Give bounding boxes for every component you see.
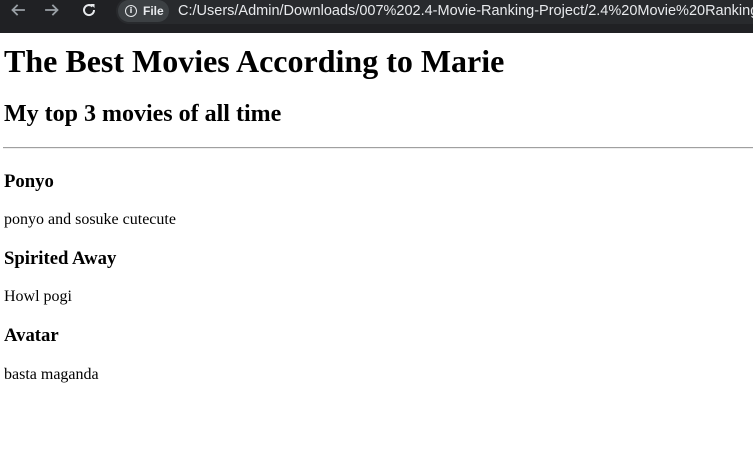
reload-icon (81, 2, 97, 22)
movie-title: Ponyo (4, 171, 54, 192)
back-button[interactable] (5, 0, 31, 23)
movie-description: ponyo and sosuke cutecute (4, 211, 176, 228)
movie-title: Spirited Away (4, 248, 117, 269)
site-info-label: File (143, 4, 164, 18)
arrow-left-icon (10, 2, 26, 22)
forward-button[interactable] (39, 0, 65, 23)
page-title: The Best Movies According to Marie (4, 43, 505, 79)
page-subtitle: My top 3 movies of all time (4, 101, 282, 127)
arrow-right-icon (44, 2, 60, 22)
movie-description: basta maganda (4, 366, 99, 383)
browser-toolbar: i File C:/Users/Admin/Downloads/007%202.… (0, 0, 753, 33)
url-text[interactable]: C:/Users/Admin/Downloads/007%202.4-Movie… (178, 3, 753, 19)
movie-title: Avatar (4, 325, 59, 346)
movie-description: Howl pogi (4, 288, 72, 305)
info-icon: i (125, 5, 137, 17)
divider (3, 147, 753, 149)
reload-button[interactable] (76, 0, 102, 23)
site-info-chip[interactable]: i File (118, 0, 169, 22)
address-bar[interactable]: i File C:/Users/Admin/Downloads/007%202.… (116, 0, 753, 24)
